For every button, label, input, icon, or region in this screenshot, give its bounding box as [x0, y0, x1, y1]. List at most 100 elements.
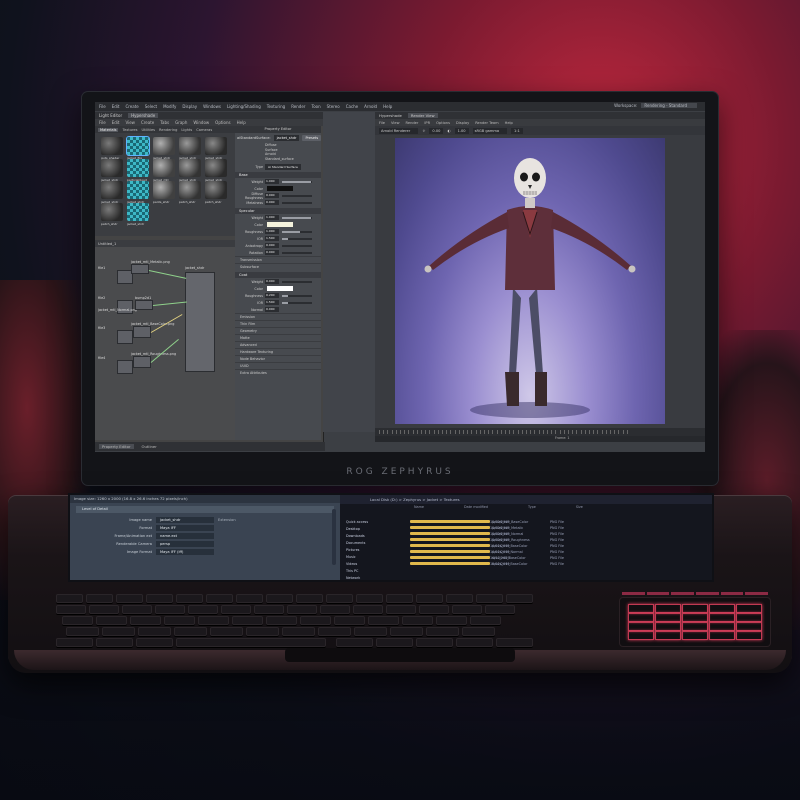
explorer-nav-item[interactable]: Desktop — [346, 526, 406, 533]
metalic-node[interactable] — [131, 264, 149, 274]
node-name-field[interactable]: jacket_shdr — [273, 135, 300, 141]
keyboard-key[interactable] — [436, 616, 467, 625]
keyboard-key[interactable] — [485, 605, 515, 614]
menu-item-toon[interactable]: Toon — [311, 104, 320, 109]
bottom-tab-property-editor[interactable]: Property Editor — [99, 444, 134, 449]
menu-item-modify[interactable]: Modify — [163, 104, 176, 109]
setting-value[interactable]: jacket_shdr — [156, 517, 214, 523]
attribute-value[interactable]: 0.000 — [265, 279, 279, 284]
explorer-nav-item[interactable]: Pictures — [346, 547, 406, 554]
material-swatch[interactable]: pants_shdr — [153, 181, 175, 204]
color-swatch[interactable] — [267, 222, 293, 227]
graph-tab[interactable]: Untitled_1 — [95, 240, 235, 247]
keyboard-key[interactable] — [176, 594, 203, 603]
explorer-nav-item[interactable]: Music — [346, 554, 406, 561]
material-swatch[interactable]: patch_shdr — [101, 203, 123, 226]
keyboard-key[interactable] — [56, 594, 83, 603]
setting-checkbox[interactable]: Extension — [218, 518, 236, 522]
render-menu-view[interactable]: View — [391, 121, 400, 125]
render-menu-render[interactable]: Render — [406, 121, 419, 125]
hypershade-menu-options[interactable]: Options — [215, 120, 230, 125]
keyboard-key[interactable] — [236, 594, 263, 603]
explorer-path[interactable]: Local Disk (D:) > Zephyrus > Jacket > Te… — [340, 495, 712, 504]
hypershade-menu-create[interactable]: Create — [141, 120, 154, 125]
attribute-slider[interactable] — [282, 180, 312, 183]
renderer-dropdown[interactable]: Arnold Renderer — [379, 127, 419, 134]
keyboard-key[interactable] — [356, 594, 383, 603]
menu-item-texturing[interactable]: Texturing — [267, 104, 285, 109]
numberpad-cell[interactable] — [628, 604, 654, 613]
attribute-value[interactable]: 1.000 — [265, 179, 279, 184]
render-menu-help[interactable]: Help — [505, 121, 513, 125]
keyboard-key[interactable] — [122, 605, 152, 614]
attribute-value[interactable]: 0.000 — [265, 200, 279, 205]
render-menu-file[interactable]: File — [379, 121, 385, 125]
file-node-4[interactable] — [117, 360, 133, 374]
material-swatch[interactable]: guts_shader — [101, 137, 123, 160]
material-swatch[interactable]: jacket_shdr — [127, 203, 149, 226]
browser-tab-cameras[interactable]: Cameras — [196, 128, 212, 132]
keyboard-key[interactable] — [188, 605, 218, 614]
numberpad-cell[interactable] — [736, 631, 762, 640]
presets-button[interactable]: Presets — [302, 135, 322, 141]
menu-item-create[interactable]: Create — [125, 104, 138, 109]
gamma-icon[interactable]: ◐ — [447, 129, 450, 133]
setting-value[interactable]: Maya IFF (iff) — [156, 549, 214, 555]
attribute-value[interactable]: 0.000 — [265, 250, 279, 255]
material-swatch[interactable]: jacket_shdr — [179, 137, 201, 160]
browser-tab-textures[interactable]: Textures — [122, 128, 137, 132]
scrollbar[interactable] — [332, 509, 336, 565]
render-tab-hypershade[interactable]: Hypershade — [379, 113, 402, 118]
explorer-nav-item[interactable]: This PC — [346, 568, 406, 575]
numberpad-cell[interactable] — [628, 631, 654, 640]
keyboard-key[interactable] — [198, 616, 229, 625]
keyboard-key[interactable] — [318, 627, 351, 636]
attribute-slider[interactable] — [282, 280, 312, 283]
keyboard-key[interactable] — [56, 638, 93, 647]
render-tab-render-view[interactable]: Render View — [407, 113, 438, 118]
attribute-slider[interactable] — [282, 201, 312, 204]
browser-tab-rendering[interactable]: Rendering — [159, 128, 177, 132]
file-node-3[interactable] — [117, 330, 133, 344]
menu-item-file[interactable]: File — [99, 104, 106, 109]
collapsed-section[interactable]: Hardware Texturing — [235, 348, 321, 355]
numberpad-cell[interactable] — [682, 604, 708, 613]
keyboard-key[interactable] — [164, 616, 195, 625]
bottom-tab-outliner[interactable]: Outliner — [142, 444, 157, 449]
numberpad-cell[interactable] — [655, 613, 681, 622]
collapsed-section[interactable]: Subsurface — [235, 263, 321, 270]
keyboard-key[interactable] — [470, 616, 501, 625]
level-of-detail-section[interactable]: Level of Detail — [76, 506, 334, 513]
collapsed-section[interactable]: Emission — [235, 313, 321, 320]
attribute-slider[interactable] — [282, 294, 312, 297]
tab-light-editor[interactable]: Light Editor — [99, 113, 122, 118]
keyboard-key[interactable] — [266, 594, 293, 603]
explorer-nav-item[interactable]: Network — [346, 575, 406, 580]
menu-item-windows[interactable]: Windows — [203, 104, 221, 109]
numberpad-cell[interactable] — [736, 622, 762, 631]
numberpad-cell[interactable] — [628, 622, 654, 631]
render-menu-render-team[interactable]: Render Team — [475, 121, 498, 125]
keyboard-key[interactable] — [456, 638, 493, 647]
exposure-icon[interactable]: ☼ — [422, 129, 425, 133]
hypershade-menu-graph[interactable]: Graph — [175, 120, 187, 125]
workspace-selector[interactable]: Workspace: Rendering - Standard — [614, 103, 697, 108]
menu-item-select[interactable]: Select — [145, 104, 157, 109]
menu-item-cache[interactable]: Cache — [346, 104, 358, 109]
keyboard-key[interactable] — [296, 594, 323, 603]
material-swatch[interactable]: jacket_mtl — [153, 159, 175, 182]
keyboard-key[interactable] — [282, 627, 315, 636]
hypershade-menu-edit[interactable]: Edit — [112, 120, 120, 125]
keyboard[interactable] — [56, 594, 611, 647]
type-dropdown[interactable]: Ai Standard Surface — [265, 163, 301, 170]
keyboard-key[interactable] — [386, 594, 413, 603]
keyboard-key[interactable] — [287, 605, 317, 614]
numberpad-cell[interactable] — [709, 622, 735, 631]
color-swatch[interactable] — [267, 186, 293, 191]
gamma-field[interactable]: 1.00 — [454, 127, 469, 134]
column-header[interactable]: Type — [528, 504, 536, 510]
render-menu-ipr[interactable]: IPR — [424, 121, 430, 125]
column-header[interactable]: Date modified — [464, 504, 488, 510]
browser-tab-materials[interactable]: Materials — [98, 127, 119, 132]
attribute-value[interactable]: 0.200 — [265, 293, 279, 298]
